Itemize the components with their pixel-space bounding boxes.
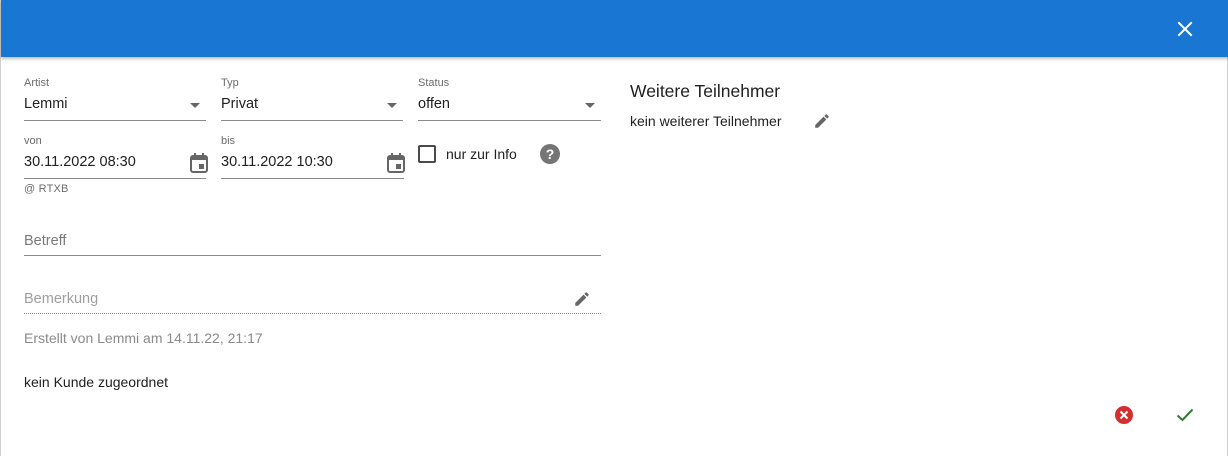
- dropdown-arrow-icon: [189, 101, 201, 109]
- artist-select[interactable]: Artist Lemmi: [24, 77, 206, 121]
- bemerkung-input[interactable]: Bemerkung: [24, 286, 601, 314]
- participants-title: Weitere Teilnehmer: [630, 81, 781, 101]
- bemerkung-underline: [24, 313, 601, 314]
- pencil-icon: [815, 114, 829, 128]
- info-checkbox-label[interactable]: nur zur Info: [446, 146, 517, 162]
- help-icon[interactable]: ?: [540, 144, 560, 164]
- cancel-circle-icon: [1115, 406, 1133, 424]
- bemerkung-placeholder: Bemerkung: [24, 291, 99, 307]
- artist-value: Lemmi: [24, 96, 68, 112]
- von-label: von: [24, 135, 42, 147]
- betreff-underline: [24, 255, 601, 256]
- status-value: offen: [418, 96, 450, 112]
- edit-participants-button[interactable]: [812, 111, 832, 131]
- artist-underline: [24, 120, 206, 121]
- created-info: Erstellt von Lemmi am 14.11.22, 21:17: [24, 330, 263, 346]
- calendar-icon[interactable]: [386, 153, 406, 173]
- confirm-button[interactable]: [1173, 403, 1197, 427]
- von-datetime-field[interactable]: von 30.11.2022 08:30: [24, 135, 209, 179]
- betreff-placeholder: Betreff: [24, 233, 67, 249]
- dialog: Artist Lemmi Typ Privat Status offen von…: [0, 0, 1228, 456]
- dropdown-arrow-icon: [386, 101, 398, 109]
- cancel-button[interactable]: [1112, 403, 1136, 427]
- participants-empty-text: kein weiterer Teilnehmer: [630, 113, 782, 129]
- typ-label: Typ: [221, 77, 239, 89]
- pencil-icon[interactable]: [572, 289, 592, 309]
- typ-select[interactable]: Typ Privat: [221, 77, 403, 121]
- status-label: Status: [418, 77, 450, 89]
- artist-label: Artist: [24, 77, 50, 89]
- dialog-header: [1, 0, 1228, 57]
- bis-label: bis: [221, 135, 236, 147]
- typ-value: Privat: [221, 96, 259, 112]
- von-hint: @ RTXB: [24, 183, 69, 195]
- von-value: 30.11.2022 08:30: [24, 154, 136, 170]
- info-checkbox[interactable]: [418, 145, 436, 163]
- customer-info: kein Kunde zugeordnet: [24, 374, 168, 390]
- check-icon: [1176, 408, 1194, 422]
- bis-datetime-field[interactable]: bis 30.11.2022 10:30: [221, 135, 406, 179]
- dropdown-arrow-icon: [584, 101, 596, 109]
- typ-underline: [221, 120, 403, 121]
- close-icon: [1177, 21, 1193, 37]
- betreff-input[interactable]: Betreff: [24, 228, 601, 256]
- von-underline: [24, 178, 206, 179]
- bis-value: 30.11.2022 10:30: [221, 154, 333, 170]
- bis-underline: [221, 178, 404, 179]
- status-select[interactable]: Status offen: [418, 77, 601, 121]
- close-button[interactable]: [1169, 13, 1201, 45]
- status-underline: [418, 120, 601, 121]
- calendar-icon[interactable]: [189, 153, 209, 173]
